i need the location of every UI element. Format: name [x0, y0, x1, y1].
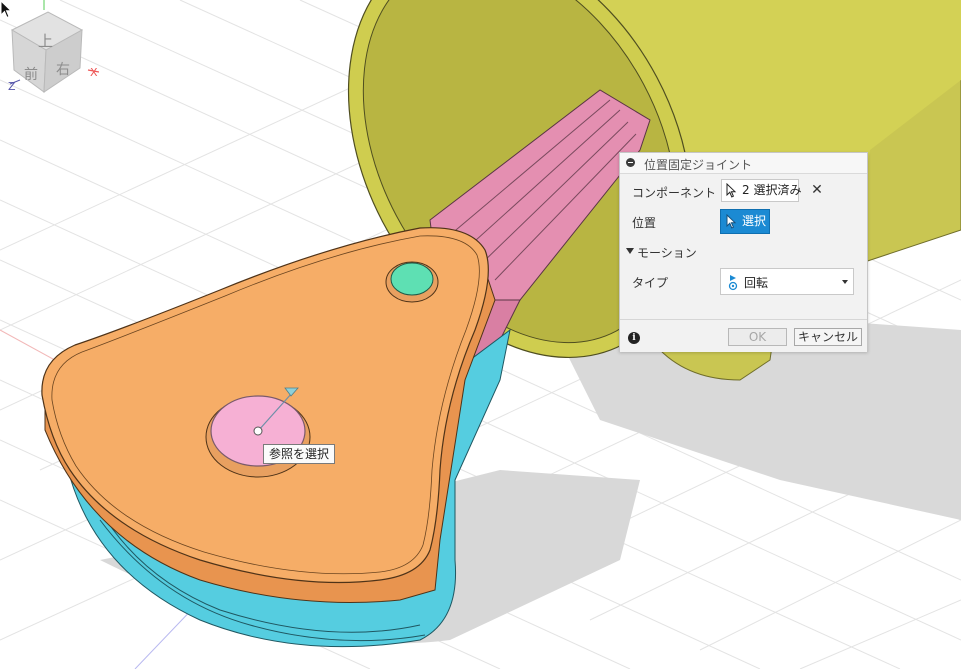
axis-z-label: Z — [8, 80, 16, 93]
type-label: タイプ — [632, 276, 669, 290]
select-arrow-icon — [726, 183, 737, 198]
component-select-button[interactable]: 2 選択済み — [721, 179, 802, 202]
tooltip: 参照を選択 — [263, 444, 336, 464]
component-label: コンポーネント — [632, 186, 717, 200]
position-select-label: 選択 — [742, 214, 767, 228]
expand-triangle-icon[interactable] — [626, 248, 634, 254]
cancel-button[interactable]: キャンセル — [794, 328, 862, 346]
view-cube-top[interactable]: 上 — [38, 32, 53, 50]
view-cube-right[interactable]: 右 — [56, 62, 70, 78]
rotate-icon — [728, 275, 738, 291]
joint-dialog: 位置固定ジョイント コンポーネント 2 選択済み ✕ 位置 選択 モーション タ… — [619, 152, 868, 352]
motion-type-value: 回転 — [744, 276, 769, 290]
motion-section-header[interactable]: モーション — [637, 244, 697, 261]
chevron-down-icon — [842, 280, 848, 284]
axis-x-label: X — [90, 66, 98, 79]
collapse-icon[interactable] — [626, 158, 635, 167]
component-select-value: 2 選択済み — [742, 183, 802, 197]
view-cube-front[interactable]: 前 — [24, 66, 38, 83]
dialog-footer: i OK キャンセル — [620, 319, 867, 352]
select-arrow-icon — [726, 214, 737, 229]
view-cube-icon[interactable] — [10, 11, 84, 93]
position-label: 位置 — [632, 216, 657, 230]
clear-selection-icon[interactable]: ✕ — [810, 182, 824, 198]
dialog-header[interactable]: 位置固定ジョイント — [620, 153, 867, 174]
info-icon[interactable]: i — [628, 332, 640, 344]
green-pin[interactable] — [385, 261, 439, 303]
dialog-title: 位置固定ジョイント — [644, 158, 753, 172]
ok-button[interactable]: OK — [728, 328, 787, 346]
motion-type-dropdown[interactable]: 回転 — [720, 268, 854, 295]
view-cube[interactable]: 上 前 右 X Z — [0, 0, 99, 100]
position-select-button[interactable]: 選択 — [720, 209, 770, 234]
